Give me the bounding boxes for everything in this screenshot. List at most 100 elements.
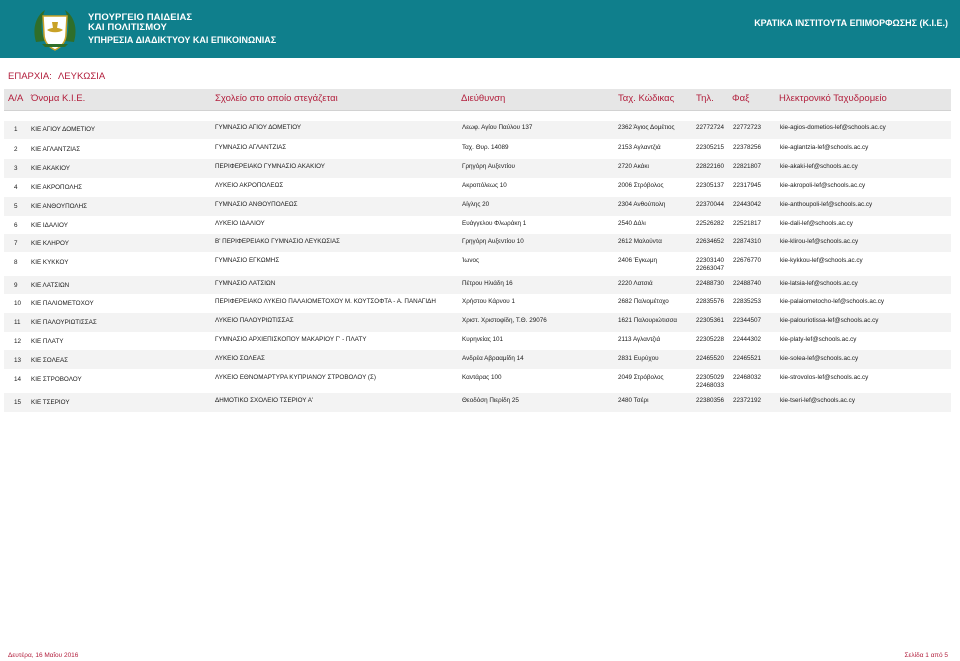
column-header-name: Όνομα Κ.Ι.Ε. — [31, 93, 86, 104]
cell-name: ΚΙΕ ΑΚΑΚΙΟΥ — [31, 165, 70, 172]
cell-email: kie-kykkou-lef@schools.ac.cy — [780, 257, 863, 264]
cell-aa: 7 — [14, 240, 18, 247]
cell-aa: 8 — [14, 259, 18, 266]
cell-aa: 14 — [14, 376, 22, 383]
cell-email: kie-dali-lef@schools.ac.cy — [780, 220, 853, 227]
cell-email: kie-akaki-lef@schools.ac.cy — [780, 163, 858, 170]
cell-school: ΓΥΜΝΑΣΙΟ ΕΓΚΩΜΗΣ — [215, 257, 280, 264]
cell-phone: 22772724 — [696, 124, 725, 131]
cell-phone: 22822160 — [696, 163, 725, 170]
cell-fax: 22676770 — [733, 257, 762, 264]
cell-aa: 9 — [14, 282, 18, 289]
cell-postal: 2480 Τσέρι — [618, 397, 649, 404]
table-row: 4 ΚΙΕ ΑΚΡΟΠΟΛΗΣ ΛΥΚΕΙΟ ΑΚΡΟΠΟΛΕΩΣ Ακροπό… — [4, 178, 951, 197]
cell-fax: 22443042 — [733, 201, 762, 208]
table-row: 10 ΚΙΕ ΠΑΛΙΟΜΕΤΟΧΟΥ ΠΕΡΙΦΕΡΕΙΑΚΟ ΛΥΚΕΙΟ … — [4, 294, 951, 313]
cell-fax: 22372192 — [733, 397, 762, 404]
cell-phone: 22634652 — [696, 238, 725, 245]
table-row: 13 ΚΙΕ ΣΟΛΕΑΣ ΛΥΚΕΙΟ ΣΟΛΕΑΣ Ανδρέα Αβραα… — [4, 350, 951, 369]
cell-school: ΓΥΜΝΑΣΙΟ ΑΡΧΙΕΠΙΣΚΟΠΟΥ ΜΑΚΑΡΙΟΥ Γ' - ΠΛΑ… — [215, 336, 367, 343]
table-row: 6 ΚΙΕ ΙΔΑΛΙΟΥ ΛΥΚΕΙΟ ΙΔΑΛΙΟΥ Ευάγγελου Φ… — [4, 216, 951, 234]
table-row: 11 ΚΙΕ ΠΑΛΟΥΡΙΩΤΙΣΣΑΣ ΛΥΚΕΙΟ ΠΑΛΟΥΡΙΩΤΙΣ… — [4, 313, 951, 332]
cell-postal: 2153 Αγλαντζιά — [618, 144, 661, 151]
district-value: ΛΕΥΚΩΣΙΑ — [57, 71, 106, 82]
cell-name: ΚΙΕ ΚΛΗΡΟΥ — [31, 240, 69, 247]
cell-address: Λεωφ. Αγίου Παύλου 137 — [462, 124, 533, 131]
cell-name: ΚΙΕ ΑΓΛΑΝΤΖΙΑΣ — [31, 146, 81, 153]
cell-postal: 2304 Ανθούπολη — [618, 201, 666, 208]
cell-email: kie-agios-dometios-lef@schools.ac.cy — [780, 124, 886, 131]
cell-school: ΛΥΚΕΙΟ ΑΚΡΟΠΟΛΕΩΣ — [215, 182, 284, 189]
district-heading: ΕΠΑΡΧΙΑ: ΛΕΥΚΩΣΙΑ — [8, 71, 105, 82]
cell-name: ΚΙΕ ΑΚΡΟΠΟΛΗΣ — [31, 184, 83, 191]
cell-school: ΓΥΜΝΑΣΙΟ ΑΝΘΟΥΠΟΛΕΩΣ — [215, 201, 298, 208]
cell-aa: 10 — [14, 300, 22, 307]
institutes-title: ΚΡΑΤΙΚΑ ΙΝΣΤΙΤΟΥΤΑ ΕΠΙΜΟΡΦΩΣΗΣ (Κ.Ι.Ε.) — [754, 18, 948, 28]
cell-phone: 22488730 — [696, 280, 725, 287]
table-row: 5 ΚΙΕ ΑΝΘΟΥΠΟΛΗΣ ΓΥΜΝΑΣΙΟ ΑΝΘΟΥΠΟΛΕΩΣ Αί… — [4, 197, 951, 216]
cell-postal: 2049 Στρόβολος — [618, 374, 664, 381]
cell-postal: 1621 Παλουριώτισσα — [618, 317, 678, 324]
cell-fax: 22465521 — [733, 355, 762, 362]
page-indicator: Σελίδα 1 από 5 — [904, 652, 949, 659]
cell-school: ΔΗΜΟΤΙΚΟ ΣΧΟΛΕΙΟ ΤΣΕΡΙΟΥ Α' — [215, 397, 314, 404]
table-row: 14 ΚΙΕ ΣΤΡΟΒΟΛΟΥ ΛΥΚΕΙΟ ΕΘΝΟΜΑΡΤΥΡΑ ΚΥΠΡ… — [4, 369, 951, 393]
table-row: 1 ΚΙΕ ΑΓΙΟΥ ΔΟΜΕΤΙΟΥ ΓΥΜΝΑΣΙΟ ΑΓΙΟΥ ΔΟΜΕ… — [4, 121, 951, 139]
cell-address: Ταχ. Θυρ. 14089 — [462, 144, 509, 151]
ministry-name-line2: ΚΑΙ ΠΟΛΙΤΙΣΜΟΥ — [88, 22, 167, 33]
cell-fax: 22344507 — [733, 317, 762, 324]
cell-address: Κυρηνείας 101 — [462, 336, 504, 343]
cell-fax: 22835253 — [733, 298, 762, 305]
cell-postal: 2682 Παλιομέτοχο — [618, 298, 669, 305]
cell-postal: 2612 Μαλούντα — [618, 238, 662, 245]
cell-address: Χριστ. Χριστοφίδη, Τ.Θ. 29076 — [462, 317, 547, 324]
cell-phone: 22305361 — [696, 317, 725, 324]
cell-name: ΚΙΕ ΛΑΤΣΙΩΝ — [31, 282, 70, 289]
cell-address: Ίωνος — [462, 257, 480, 264]
cell-address: Αίγλης 20 — [462, 201, 490, 208]
cell-address: Πέτρου Ηλιάδη 16 — [462, 280, 513, 287]
cell-fax: 22488740 — [733, 280, 762, 287]
cell-fax: 22378256 — [733, 144, 762, 151]
cell-address: Ακροπόλεως 10 — [462, 182, 507, 189]
cell-school: ΛΥΚΕΙΟ ΙΔΑΛΙΟΥ — [215, 220, 265, 227]
table-row: 12 ΚΙΕ ΠΛΑΤΥ ΓΥΜΝΑΣΙΟ ΑΡΧΙΕΠΙΣΚΟΠΟΥ ΜΑΚΑ… — [4, 332, 951, 350]
cell-school: Β' ΠΕΡΙΦΕΡΕΙΑΚΟ ΓΥΜΝΑΣΙΟ ΛΕΥΚΩΣΙΑΣ — [215, 238, 340, 245]
cell-school: ΠΕΡΙΦΕΡΕΙΑΚΟ ΛΥΚΕΙΟ ΠΑΛΑΙΟΜΕΤΟΧΟΥ Μ. ΚΟΥ… — [215, 298, 436, 305]
cell-email: kie-aglantzia-lef@schools.ac.cy — [780, 144, 869, 151]
footer-date: Δευτέρα, 16 Μαΐου 2016 — [8, 652, 79, 659]
cell-name: ΚΙΕ ΠΛΑΤΥ — [31, 338, 64, 345]
cell-aa: 5 — [14, 203, 18, 210]
cell-email: kie-platy-lef@schools.ac.cy — [780, 336, 857, 343]
cell-email: kie-anthoupoli-lef@schools.ac.cy — [780, 201, 873, 208]
cell-name: ΚΙΕ ΠΑΛΙΟΜΕΤΟΧΟΥ — [31, 300, 94, 307]
cell-school: ΠΕΡΙΦΕΡΕΙΑΚΟ ΓΥΜΝΑΣΙΟ ΑΚΑΚΙΟΥ — [215, 163, 325, 170]
cell-fax: 22521817 — [733, 220, 762, 227]
cell-fax: 22821807 — [733, 163, 762, 170]
cell-email: kie-solea-lef@schools.ac.cy — [780, 355, 859, 362]
cell-postal: 2113 Αγλαντζιά — [618, 336, 661, 343]
header-band: ΥΠΟΥΡΓΕΙΟ ΠΑΙΔΕΙΑΣ ΚΑΙ ΠΟΛΙΤΙΣΜΟΥ ΥΠΗΡΕΣ… — [0, 0, 960, 58]
cell-address: Θεοδόση Πιερίδη 25 — [462, 397, 519, 404]
cell-phone: 22835576 — [696, 298, 725, 305]
cell-postal: 2006 Στρόβολος — [618, 182, 664, 189]
column-header-postal: Ταχ. Κώδικας — [618, 93, 675, 104]
cell-school: ΓΥΜΝΑΣΙΟ ΑΓΛΑΝΤΖΙΑΣ — [215, 144, 287, 151]
cell-email: kie-latsia-lef@schools.ac.cy — [780, 280, 858, 287]
cell-name: ΚΙΕ ΤΣΕΡΙΟΥ — [31, 399, 70, 406]
cell-postal: 2406 Έγκωμη — [618, 257, 657, 264]
cell-aa: 11 — [14, 319, 21, 326]
cell-school: ΓΥΜΝΑΣΙΟ ΛΑΤΣΙΩΝ — [215, 280, 276, 287]
cell-address: Ανδρέα Αβρααμίδη 14 — [462, 355, 524, 362]
cell-phone-second: 22663047 — [696, 265, 725, 272]
column-header-aa: Α/Α — [8, 93, 24, 104]
cell-aa: 2 — [14, 146, 18, 153]
cell-phone: 22305215 — [696, 144, 725, 151]
cell-address: Γρηγόρη Αυξεντίου 10 — [462, 238, 524, 245]
cell-school: ΛΥΚΕΙΟ ΠΑΛΟΥΡΙΩΤΙΣΣΑΣ — [215, 317, 294, 324]
column-header-address: Διεύθυνση — [461, 93, 506, 104]
district-label: ΕΠΑΡΧΙΑ: — [8, 71, 52, 82]
cell-fax: 22874310 — [733, 238, 762, 245]
cell-fax: 22468032 — [733, 374, 762, 381]
cell-postal: 2362 Άγιος Δομέτιος — [618, 124, 675, 131]
